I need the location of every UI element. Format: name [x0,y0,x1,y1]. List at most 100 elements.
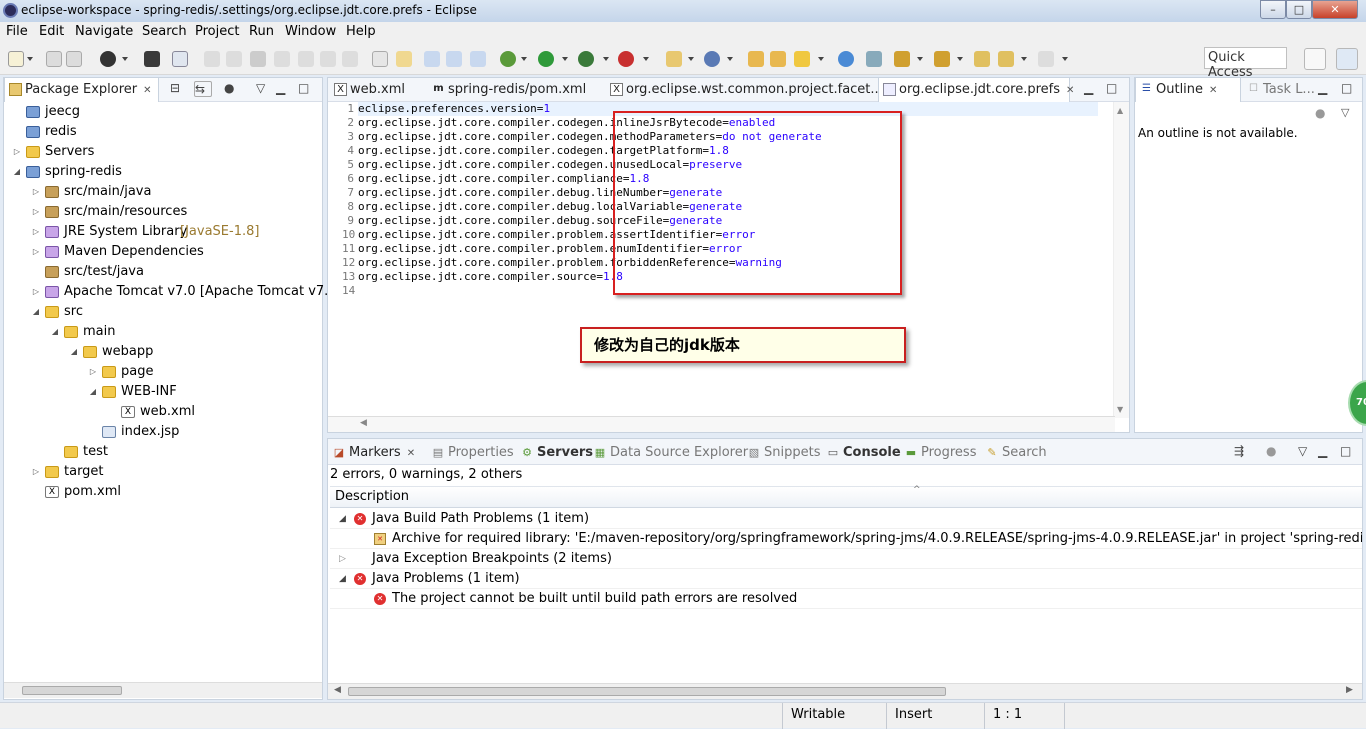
marker-category-java-problems[interactable]: ◢ ✕ Java Problems (1 item) [330,569,1362,589]
scroll-left-icon[interactable]: ◀ [360,418,367,428]
tab-markers[interactable]: ◪ Markers ✕ [332,443,415,463]
marker-item-build-error[interactable]: ✕ The project cannot be built until buil… [330,589,1362,609]
save-all-icon[interactable] [66,51,82,67]
tree-item-target[interactable]: ▷ target [4,462,322,482]
tab-package-explorer[interactable]: Package Explorer ✕ [4,78,159,102]
collapsed-arrow-icon[interactable]: ▷ [31,282,41,302]
step-over-icon[interactable] [320,51,336,67]
scroll-down-icon[interactable]: ▼ [1117,405,1123,414]
maximize-view-icon[interactable]: □ [1341,81,1352,95]
tab-search[interactable]: ✎ Search [985,443,1046,463]
external-tools-dropdown-icon[interactable] [643,57,649,61]
marker-item-archive-error[interactable]: ✕ Archive for required library: 'E:/mave… [330,529,1362,549]
collapsed-arrow-icon[interactable]: ▷ [31,222,41,242]
maximize-view-icon[interactable]: □ [1106,81,1117,95]
profile-icon[interactable] [100,51,116,67]
minimize-view-icon[interactable]: ▁ [1084,81,1093,95]
tab-snippets[interactable]: ▧ Snippets [747,443,821,463]
description-column-header[interactable]: Description ^ [330,485,1362,508]
collapsed-arrow-icon[interactable]: ▷ [31,182,41,202]
tree-item-test[interactable]: test [4,442,322,462]
menu-file[interactable]: File [6,24,28,39]
new-class-icon[interactable] [446,51,462,67]
tab-jdt-core-prefs[interactable]: org.eclipse.jdt.core.prefs ✕ [878,78,1074,102]
previous-annotation-dropdown-icon[interactable] [957,57,963,61]
tree-item-redis[interactable]: redis [4,122,322,142]
editor-hscrollbar[interactable]: ◀ [328,416,1115,432]
minimize-view-icon[interactable]: ▁ [276,81,285,95]
tree-item-spring-redis[interactable]: ◢ spring-redis [4,162,322,182]
focus-task-icon[interactable]: ● [224,81,234,95]
coverage-dropdown-icon[interactable] [603,57,609,61]
marker-category-build-path[interactable]: ◢ ✕ Java Build Path Problems (1 item) [330,509,1362,529]
tree-item-src-main-resources[interactable]: ▷ src/main/resources [4,202,322,222]
scroll-thumb[interactable] [22,686,122,695]
tab-pom-xml[interactable]: m spring-redis/pom.xml [428,78,606,102]
minimize-view-icon[interactable]: ▁ [1318,444,1327,458]
open-type-icon[interactable] [748,51,764,67]
forward-dropdown-icon[interactable] [1062,57,1068,61]
new-web-dropdown-icon[interactable] [688,57,694,61]
suspend-icon[interactable] [226,51,242,67]
new-java-package-icon[interactable] [424,51,440,67]
collapsed-arrow-icon[interactable]: ▷ [12,142,22,162]
tree-item-apache-tomcat[interactable]: ▷ Apache Tomcat v7.0 [Apache Tomcat v7.0] [4,282,342,302]
tab-outline[interactable]: ☰ Outline ✕ [1135,78,1241,102]
view-menu-icon[interactable]: ▽ [1341,106,1349,119]
tab-web-xml[interactable]: Xweb.xml [330,78,425,102]
tree-item-src-main-java[interactable]: ▷ src/main/java [4,182,322,202]
terminate-icon[interactable] [250,51,266,67]
minimize-view-icon[interactable]: ▁ [1318,81,1327,95]
tree-item-webapp[interactable]: ◢ webapp [4,342,322,362]
tab-task-list[interactable]: ☐ Task L... [1243,78,1323,102]
globe-icon[interactable] [838,51,854,67]
tab-servers[interactable]: ⚙ Servers [520,443,593,463]
maximize-view-icon[interactable]: □ [298,81,309,95]
focus-task-icon[interactable]: ● [1266,444,1276,458]
menu-navigate[interactable]: Navigate [75,24,133,39]
expanded-arrow-icon[interactable]: ◢ [88,382,98,402]
collapse-all-icon[interactable]: ⊟ [170,81,180,95]
pin-editor-icon[interactable] [866,51,882,67]
tab-properties[interactable]: ▤ Properties [431,443,514,463]
tree-item-pom-xml[interactable]: Xpom.xml [4,482,322,502]
focus-task-icon[interactable]: ● [1315,106,1325,120]
menu-project[interactable]: Project [195,24,239,39]
tree-item-main[interactable]: ◢ main [4,322,322,342]
configure-contents-icon[interactable]: ⇶ [1234,444,1244,458]
menu-window[interactable]: Window [285,24,336,39]
package-explorer-hscrollbar[interactable] [4,682,322,698]
expanded-arrow-icon[interactable]: ◢ [31,302,41,322]
quick-access-input[interactable]: Quick Access [1204,47,1287,80]
expand-toggle-icon[interactable]: ◢ [339,509,346,528]
view-menu-icon[interactable]: ▽ [256,81,265,95]
open-folder-icon[interactable] [770,51,786,67]
back-icon[interactable] [998,51,1014,67]
tree-item-src-test-java[interactable]: src/test/java [4,262,322,282]
close-tab-icon[interactable]: ✕ [407,448,415,459]
view-menu-icon[interactable]: ▽ [1298,444,1307,458]
new-interface-icon[interactable] [470,51,486,67]
tree-item-maven-dependencies[interactable]: ▷ Maven Dependencies [4,242,322,262]
scroll-left-icon[interactable]: ◀ [334,685,341,695]
new-icon[interactable] [8,51,24,67]
tab-progress[interactable]: ▬ Progress [904,443,977,463]
use-step-filters-icon[interactable] [372,51,388,67]
java-ee-perspective-icon[interactable] [1336,48,1358,70]
expand-toggle-icon[interactable]: ◢ [339,569,346,588]
maximize-button[interactable]: □ [1286,0,1312,19]
step-into-icon[interactable] [298,51,314,67]
expanded-arrow-icon[interactable]: ◢ [50,322,60,342]
tab-data-source-explorer[interactable]: ▦ Data Source Explorer [593,443,748,463]
step-return-icon[interactable] [342,51,358,67]
tab-facet-xml[interactable]: Xorg.eclipse.wst.common.project.facet...… [606,78,887,102]
skip-breakpoints-icon[interactable] [172,51,188,67]
menu-search[interactable]: Search [142,24,187,39]
search-dropdown-icon[interactable] [818,57,824,61]
scroll-right-icon[interactable]: ▶ [1346,685,1353,695]
collapsed-toggle-icon[interactable]: ▷ [339,549,346,568]
expanded-arrow-icon[interactable]: ◢ [12,162,22,182]
minimize-button[interactable]: – [1260,0,1286,19]
expanded-arrow-icon[interactable]: ◢ [69,342,79,362]
close-button[interactable]: ✕ [1312,0,1358,19]
